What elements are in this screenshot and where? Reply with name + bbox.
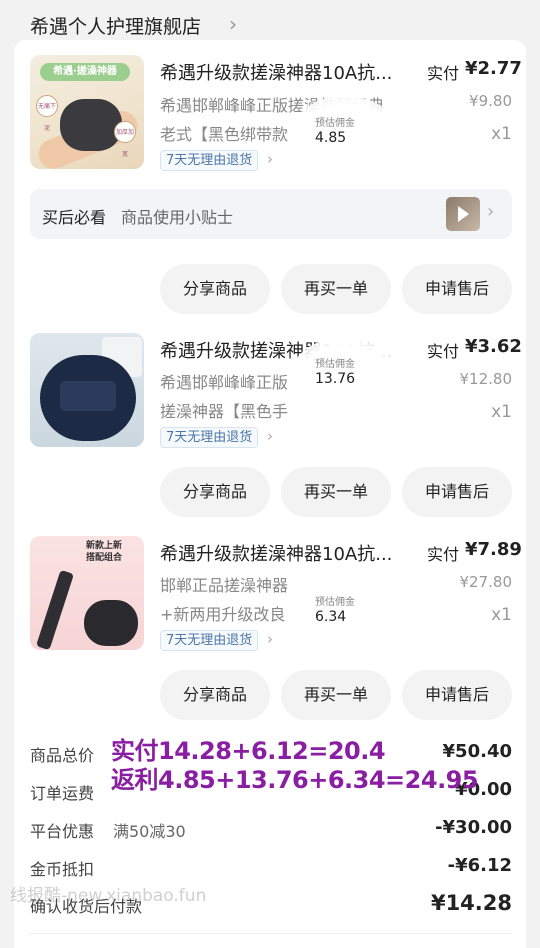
paid-label: 实付 <box>427 545 460 564</box>
rebuy-button[interactable]: 再买一单 <box>281 264 391 314</box>
commission-label: 预估佣金 <box>315 597 355 608</box>
platform-discount-value: -¥30.00 <box>435 817 512 838</box>
after-sale-button[interactable]: 申请售后 <box>402 467 512 517</box>
quantity: x1 <box>491 605 512 625</box>
rebuy-button[interactable]: 再买一单 <box>281 670 391 720</box>
shop-name[interactable]: 希遇个人护理旗舰店 <box>30 12 201 39</box>
image-badge: 无痛下泥 <box>36 95 58 132</box>
paid-value: ¥2.77 <box>465 58 522 79</box>
product-title[interactable]: 希遇升级款搓澡神器10A抗... <box>160 540 416 566</box>
paid-value: ¥3.62 <box>465 336 522 357</box>
commission-overlay: 预估佣金 4.85 <box>290 96 400 176</box>
original-price: ¥27.80 <box>459 573 513 591</box>
commission-overlay: 预估佣金 6.34 <box>290 575 400 655</box>
quantity: x1 <box>491 402 512 422</box>
rebuy-button[interactable]: 再买一单 <box>281 467 391 517</box>
commission-label: 预估佣金 <box>315 359 355 370</box>
return-policy-tag[interactable]: 7天无理由退货 <box>160 427 259 448</box>
annotation-rebate: 返利4.85+13.76+6.34=24.95 <box>111 766 479 794</box>
share-product-button[interactable]: 分享商品 <box>160 670 270 720</box>
commission-overlay: 预估佣金 13.76 <box>290 337 400 417</box>
share-product-button[interactable]: 分享商品 <box>160 264 270 314</box>
play-icon <box>458 206 469 222</box>
video-thumbnail[interactable] <box>446 197 480 231</box>
paid-label: 实付 <box>427 64 460 83</box>
product-image[interactable]: 希遇·搓澡神器 无痛下泥 加厚加宽 <box>30 55 144 169</box>
original-price: ¥9.80 <box>469 92 512 110</box>
image-banner: 希遇·搓澡神器 <box>40 63 130 81</box>
after-sale-button[interactable]: 申请售后 <box>402 264 512 314</box>
image-caption: 新款上新 搭配组合 <box>86 541 123 563</box>
commission-value: 6.34 <box>315 609 347 625</box>
after-sale-button[interactable]: 申请售后 <box>402 670 512 720</box>
original-price: ¥12.80 <box>459 370 513 388</box>
tips-subtitle: 商品使用小贴士 <box>121 208 234 227</box>
coin-deduction-value: -¥6.12 <box>447 855 512 876</box>
product-title[interactable]: 希遇升级款搓澡神器10A抗... <box>160 59 416 85</box>
divider <box>30 933 512 934</box>
product-image[interactable] <box>30 333 144 447</box>
commission-value: 13.76 <box>315 371 356 387</box>
image-badge: 加厚加宽 <box>114 121 136 158</box>
coin-deduction-label: 金币抵扣 <box>30 860 95 879</box>
commission-label: 预估佣金 <box>315 118 355 129</box>
total-label: 商品总价 <box>30 746 95 765</box>
usage-tips-bar[interactable]: 买后必看 商品使用小贴士 › <box>30 189 512 239</box>
chevron-right-icon: › <box>267 150 273 168</box>
chevron-right-icon: › <box>267 630 273 648</box>
pay-on-receipt-value: ¥14.28 <box>430 891 512 915</box>
paid-value: ¥7.89 <box>465 539 522 560</box>
paid-label: 实付 <box>427 342 460 361</box>
commission-value: 4.85 <box>315 130 347 146</box>
platform-discount-label: 平台优惠 <box>30 822 95 841</box>
platform-promo: 满50减30 <box>113 822 186 841</box>
chevron-right-icon: › <box>487 201 495 222</box>
chevron-right-icon: › <box>267 427 273 445</box>
quantity: x1 <box>491 124 512 144</box>
watermark: 线报酷-new.xianbao.fun <box>10 886 207 906</box>
share-product-button[interactable]: 分享商品 <box>160 467 270 517</box>
product-image[interactable]: 新款上新 搭配组合 <box>30 536 144 650</box>
shipping-label: 订单运费 <box>30 784 95 803</box>
return-policy-tag[interactable]: 7天无理由退货 <box>160 630 259 651</box>
return-policy-tag[interactable]: 7天无理由退货 <box>160 150 259 171</box>
chevron-right-icon: › <box>229 12 237 36</box>
total-value: ¥50.40 <box>442 741 512 762</box>
tips-title: 买后必看 <box>42 208 107 227</box>
